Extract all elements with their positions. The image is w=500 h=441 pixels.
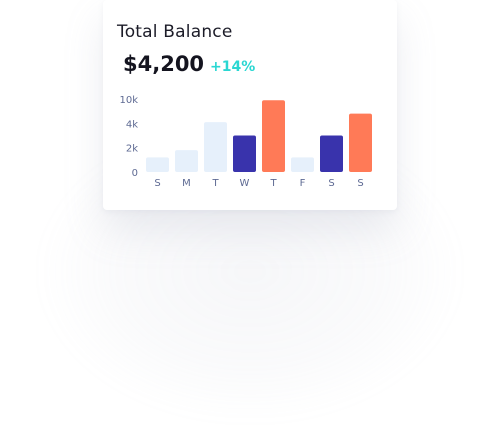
- x-tick-label: F: [300, 178, 306, 189]
- bar-4: [233, 135, 256, 172]
- x-tick-label: M: [182, 178, 191, 189]
- x-tick-label: T: [269, 178, 277, 189]
- bar-2: [175, 150, 198, 172]
- bar-6: [291, 157, 314, 172]
- x-tick-label: S: [328, 178, 334, 189]
- y-tick-label: 2k: [126, 144, 138, 155]
- bar-7: [320, 135, 343, 172]
- bar-1: [146, 157, 169, 172]
- balance-amount: $4,200: [123, 52, 205, 76]
- x-tick-label: T: [211, 178, 219, 189]
- balance-card: Total Balance $4,200 +14% 10k 4k 2k 0 S M T W T F…: [103, 0, 397, 210]
- balance-change: +14%: [210, 59, 256, 75]
- balance-summary: $4,200 +14%: [123, 52, 255, 76]
- bar-8: [349, 113, 372, 172]
- x-tick-label: W: [240, 178, 250, 189]
- y-tick-label: 4k: [126, 119, 138, 130]
- scene: Total Balance $4,200 +14% 10k 4k 2k 0 S M T W T F…: [0, 0, 500, 441]
- y-tick-label: 0: [132, 168, 138, 179]
- y-tick-label: 10k: [119, 95, 138, 106]
- bar-5: [262, 100, 285, 172]
- x-tick-label: S: [357, 178, 363, 189]
- x-tick-label: S: [154, 178, 160, 189]
- card-title: Total Balance: [117, 22, 233, 42]
- balance-bar-chart: 10k 4k 2k 0 S M T W T F S S: [119, 95, 372, 189]
- bar-3: [204, 122, 227, 172]
